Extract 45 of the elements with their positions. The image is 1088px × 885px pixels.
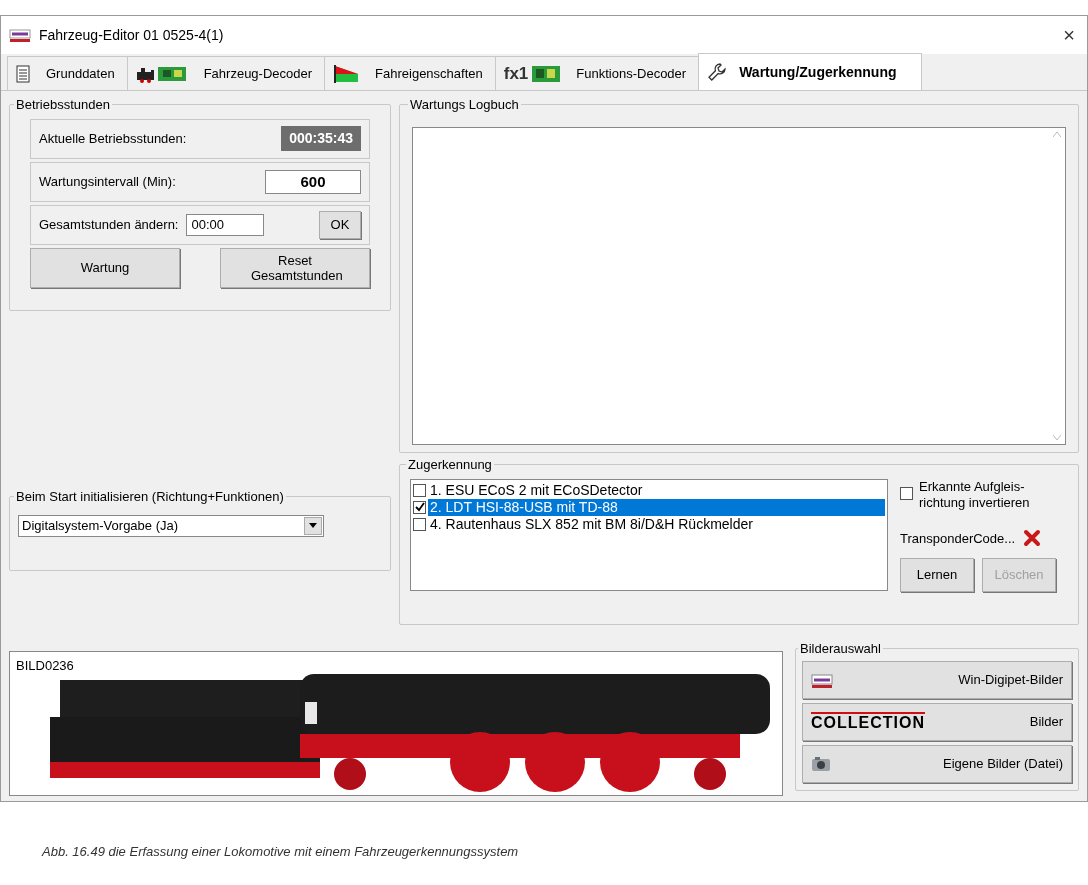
group-title: Wartungs Logbuch — [409, 96, 520, 114]
reset-button[interactable]: Reset Gesamtstunden — [220, 247, 370, 288]
fx1-label: fx1 — [503, 62, 529, 85]
system-list-item[interactable]: 4. Rautenhaus SLX 852 mit BM 8i/D&H Rückmelder — [413, 515, 885, 533]
current-hours-label: Aktuelle Betriebsstunden: — [39, 129, 187, 148]
window-title: Fahrzeug-Editor 01 0525-4(1) — [39, 25, 225, 45]
transponder-label: TransponderCode... — [900, 529, 1016, 548]
tab[interactable]: Wartung/Zugerkennung — [698, 53, 922, 90]
current-hours-display: 000:35:43 — [281, 126, 361, 151]
ok-button[interactable]: OK — [319, 210, 361, 239]
scroll-down-icon — [1052, 434, 1061, 440]
app-logo-icon — [9, 26, 31, 44]
locomotive-chip-icon — [135, 64, 188, 83]
delete-x-icon[interactable] — [1023, 529, 1042, 548]
checkbox[interactable] — [413, 500, 426, 514]
hours-field[interactable]: 00:00 — [186, 213, 265, 236]
chip-icon — [532, 65, 561, 82]
camera-icon — [811, 755, 831, 772]
image-source-button[interactable]: Win-Digipet-Bilder — [802, 660, 1072, 699]
checkbox[interactable] — [413, 517, 426, 531]
interval-field[interactable]: 600 — [265, 169, 361, 194]
invert-label: Erkannte Aufgleis-richtung invertieren — [919, 478, 1031, 511]
system-list-item[interactable]: 1. ESU ECoS 2 mit ECoSDetector — [413, 481, 885, 499]
group-title: Zugerkennung — [407, 456, 493, 474]
interval-label: Wartungsintervall (Min): — [39, 172, 176, 191]
wedge-icon — [333, 63, 360, 84]
checkbox[interactable] — [413, 483, 426, 497]
dropdown-arrow-icon — [309, 523, 317, 528]
group-title: Beim Start initialisieren (Richtung+Funktionen) — [15, 488, 285, 506]
image-source-button[interactable]: COLLECTION Bilder — [802, 702, 1072, 741]
learn-button[interactable]: Lernen — [900, 558, 974, 592]
close-button[interactable]: × — [1059, 20, 1079, 50]
wrench-icon — [707, 62, 728, 82]
image-source-button[interactable]: Eigene Bilder (Datei) — [802, 744, 1072, 783]
scroll-up-icon — [1052, 131, 1061, 137]
maintenance-button[interactable]: Wartung — [30, 247, 180, 288]
document-icon — [16, 64, 30, 83]
collection-logo: COLLECTION — [811, 711, 925, 732]
mode-dropdown[interactable]: Digitalsystem-Vorgabe (Ja) — [18, 514, 324, 537]
group-title: Bilderauswahl — [799, 640, 882, 658]
change-hours-label: Gesamtstunden ändern: — [39, 215, 179, 234]
tab[interactable]: Grunddaten — [7, 56, 128, 90]
invert-checkbox[interactable] — [900, 486, 913, 500]
figure-caption: Abb. 16.49 die Erfassung einer Lokomotive mit einem Fahrzeugerkennungssystem — [42, 843, 520, 861]
group-title: Betriebsstunden — [15, 96, 111, 114]
